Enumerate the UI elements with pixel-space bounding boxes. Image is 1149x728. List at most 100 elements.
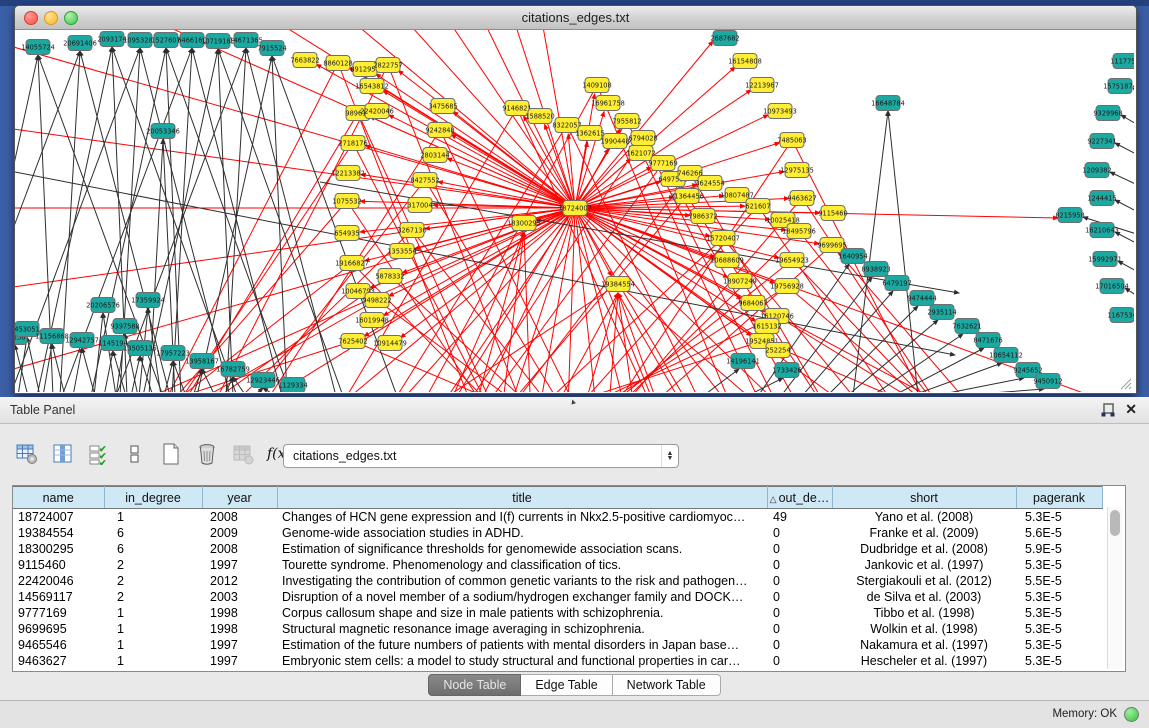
select-columns-icon[interactable] [50,441,76,467]
network-view-canvas[interactable]: 18724007 18300295 19384554 7663822 8860128 89… [15,30,1134,392]
network-node[interactable]: 9684067 [738,296,767,311]
column-header-title[interactable]: title [277,487,767,509]
network-node[interactable]: 3267130 [397,223,426,238]
network-node[interactable]: 8215958 [1055,208,1084,223]
network-node-hub[interactable]: 18724007 [558,201,592,216]
network-node[interactable]: 16154808 [728,54,762,69]
network-node[interactable]: 252254 [765,343,790,358]
create-table-icon[interactable] [158,441,184,467]
network-node[interactable]: 6479197 [882,276,911,291]
network-node[interactable]: 10654112 [989,348,1023,363]
network-node[interactable]: 317004 [407,198,432,213]
table-row[interactable]: 2242004622012Investigating the contribut… [13,573,1102,589]
network-node[interactable]: 9397588 [110,319,139,334]
table-row[interactable]: 911546021997Tourette syndrome. Phenomeno… [13,557,1102,573]
network-node[interactable]: 19654923 [775,253,809,268]
network-node[interactable]: 12213967 [745,78,779,93]
network-node[interactable]: 12942757 [65,333,99,348]
network-node[interactable]: 17016504 [1095,279,1129,294]
network-node[interactable]: 9498222 [362,293,391,308]
network-node[interactable]: 9329968 [1093,106,1122,121]
network-node[interactable]: 14196141 [726,354,760,369]
vertical-scrollbar[interactable] [1107,507,1123,669]
network-node[interactable]: 19166827 [335,256,369,271]
close-panel-icon[interactable]: ✕ [1125,401,1137,418]
network-node[interactable]: 8471676 [973,333,1002,348]
network-node[interactable]: 16543812 [355,79,389,94]
network-node[interactable]: 7632621 [952,319,981,334]
network-node[interactable]: 20206576 [86,298,120,313]
network-node[interactable]: 13958167 [185,354,219,369]
tab-network-table[interactable]: Network Table [613,674,721,696]
network-node[interactable]: 1117752 [1110,54,1134,69]
network-node[interactable]: 16782759 [216,362,250,377]
table-row[interactable]: 977716911998Corpus callosum shape and si… [13,605,1102,621]
table-row[interactable]: 1456911722003Disruption of a novel membe… [13,589,1102,605]
network-node[interactable]: 1640954 [838,249,867,264]
network-node[interactable]: 1075532 [332,194,361,209]
network-node[interactable]: 19384554 [601,277,635,292]
network-node[interactable]: 14055724 [21,40,55,55]
network-node[interactable]: 3624554 [695,176,724,191]
table-selector-dropdown[interactable]: citations_edges.txt ▲▼ [283,444,679,468]
table-settings-icon[interactable] [14,441,40,467]
network-node[interactable]: 16210643 [1085,223,1119,238]
network-node[interactable]: 6794028 [628,131,657,146]
network-node[interactable]: 1167534 [1107,308,1134,323]
network-node[interactable]: 21364456 [670,189,704,204]
network-node[interactable]: 2935114 [927,305,956,320]
network-node[interactable]: 8860128 [323,56,352,71]
network-node[interactable]: 7663822 [290,53,319,68]
network-node[interactable]: 20691406 [63,36,97,51]
network-node[interactable]: 1588520 [525,109,554,124]
network-node[interactable]: 18300295 [507,216,541,231]
pane-splitter-grip[interactable]: ▲ [568,396,578,407]
network-node[interactable]: 1209382 [1082,163,1111,178]
network-node[interactable]: 10914479 [373,336,407,351]
network-node[interactable]: 15992971 [1088,252,1122,267]
tab-edge-table[interactable]: Edge Table [521,674,612,696]
network-node[interactable]: 7955812 [612,114,641,129]
network-node[interactable]: 7986372 [688,209,717,224]
network-node[interactable]: 12975135 [780,163,814,178]
network-node[interactable]: 8427552 [410,173,439,188]
row-validation-icon[interactable]: ✔ ✔ ✔ [86,441,112,467]
column-header-year[interactable]: year [202,487,277,509]
float-window-icon[interactable] [1101,403,1115,417]
network-node[interactable]: 9474444 [907,291,936,306]
network-node[interactable]: 9777169 [648,156,677,171]
network-node[interactable]: 22420046 [360,104,394,119]
network-node[interactable]: 9242848 [425,123,454,138]
network-node[interactable]: 2718176 [338,136,367,151]
network-node[interactable]: 621607 [745,199,770,214]
column-header-pagerank[interactable]: pagerank [1016,487,1102,509]
network-node[interactable]: 18907249 [723,274,757,289]
network-node[interactable]: 20053346 [146,124,180,139]
network-node[interactable]: 7485063 [777,133,806,148]
network-node[interactable]: 12923446 [246,373,280,388]
table-row[interactable]: 946554611997Estimation of the future num… [13,637,1102,653]
network-node[interactable]: 1409108 [582,78,611,93]
table-row[interactable]: 969969511998Structural magnetic resonanc… [13,621,1102,637]
node-table[interactable]: namein_degreeyeartitle△out_de…shortpager… [12,485,1126,672]
delete-table-icon[interactable] [194,441,220,467]
network-node[interactable]: 9463627 [787,191,816,206]
network-node[interactable]: 1527607 [151,33,180,48]
network-node[interactable]: 7625402 [338,334,367,349]
network-node[interactable]: 18495796 [782,224,816,239]
network-node[interactable]: 1244415 [1087,191,1116,206]
table-row[interactable]: 1872400712008Changes of HCN gene express… [13,509,1102,526]
network-node[interactable]: 16648784 [871,96,905,111]
memory-ok-icon[interactable] [1124,707,1139,722]
network-node[interactable]: 9115460 [818,206,847,221]
network-node[interactable]: 12213382 [331,166,365,181]
network-window-titlebar[interactable]: citations_edges.txt [15,6,1136,30]
network-node[interactable]: 13505135 [123,341,157,356]
network-node[interactable]: 8938923 [861,262,890,277]
network-node[interactable]: 9227341 [1087,134,1116,149]
network-node[interactable]: 16019948 [355,313,389,328]
network-node[interactable]: 654935 [334,226,359,241]
network-node[interactable]: 2803144 [420,148,449,163]
window-resize-grip[interactable] [1119,377,1132,390]
column-header-name[interactable]: name [13,487,104,509]
